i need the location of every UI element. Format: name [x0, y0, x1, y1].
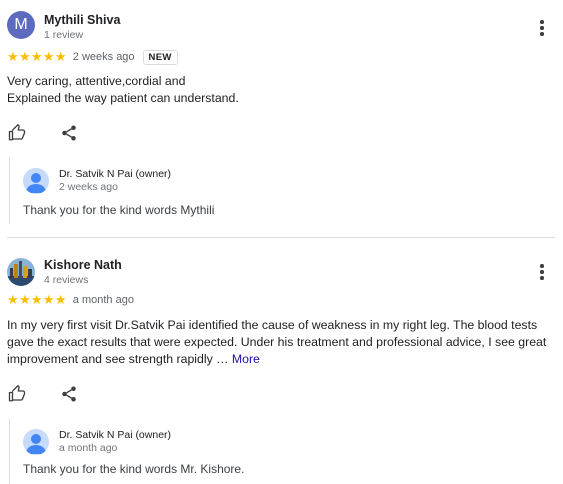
author-name[interactable]: Kishore Nath	[44, 258, 122, 272]
review-text: In my very first visit Dr.Satvik Pai ide…	[7, 317, 555, 368]
review-card: Kishore Nath 4 reviews ★★★★★ a month ago…	[0, 245, 563, 484]
owner-reply-text: Thank you for the kind words Mr. Kishore…	[23, 462, 245, 476]
rating-row: ★★★★★ 2 weeks ago NEW	[7, 49, 178, 65]
person-icon	[26, 434, 46, 454]
owner-name: Dr. Satvik N Pai (owner)	[59, 429, 172, 441]
review-text: Very caring, attentive,cordial and Expla…	[7, 74, 239, 105]
star-rating: ★★★★★	[7, 292, 67, 307]
more-link[interactable]: More	[232, 352, 260, 366]
review-text-body: In my very first visit Dr.Satvik Pai ide…	[7, 318, 547, 366]
person-icon	[26, 173, 46, 193]
divider	[7, 237, 555, 238]
review-card: M Mythili Shiva 1 review ★★★★★ 2 weeks a…	[0, 0, 563, 240]
more-vert-icon[interactable]	[534, 18, 550, 38]
owner-name: Dr. Satvik N Pai (owner)	[59, 168, 172, 180]
star-rating: ★★★★★	[7, 49, 67, 64]
city-skyline-avatar	[7, 258, 35, 286]
avatar[interactable]: M	[7, 11, 35, 39]
more-vert-icon[interactable]	[534, 262, 550, 282]
owner-avatar	[23, 168, 49, 194]
owner-reply: Dr. Satvik N Pai (owner) a month ago Tha…	[9, 419, 556, 484]
owner-reply-text: Thank you for the kind words Mythili	[23, 203, 215, 217]
owner-avatar	[23, 429, 49, 455]
author-review-count: 4 reviews	[44, 274, 89, 286]
author-review-count: 1 review	[44, 29, 84, 41]
avatar-letter: M	[14, 16, 28, 33]
thumbs-up-icon[interactable]	[8, 124, 26, 142]
author-name[interactable]: Mythili Shiva	[44, 13, 120, 27]
review-date: 2 weeks ago	[72, 51, 135, 63]
share-icon[interactable]	[60, 124, 78, 142]
thumbs-up-icon[interactable]	[8, 385, 26, 403]
avatar[interactable]	[7, 258, 35, 286]
owner-reply: Dr. Satvik N Pai (owner) 2 weeks ago Tha…	[9, 158, 556, 224]
rating-row: ★★★★★ a month ago	[7, 292, 134, 308]
review-date: a month ago	[72, 294, 134, 306]
owner-reply-date: 2 weeks ago	[59, 181, 118, 193]
share-icon[interactable]	[60, 385, 78, 403]
owner-reply-date: a month ago	[59, 442, 118, 454]
new-badge: NEW	[142, 49, 178, 65]
